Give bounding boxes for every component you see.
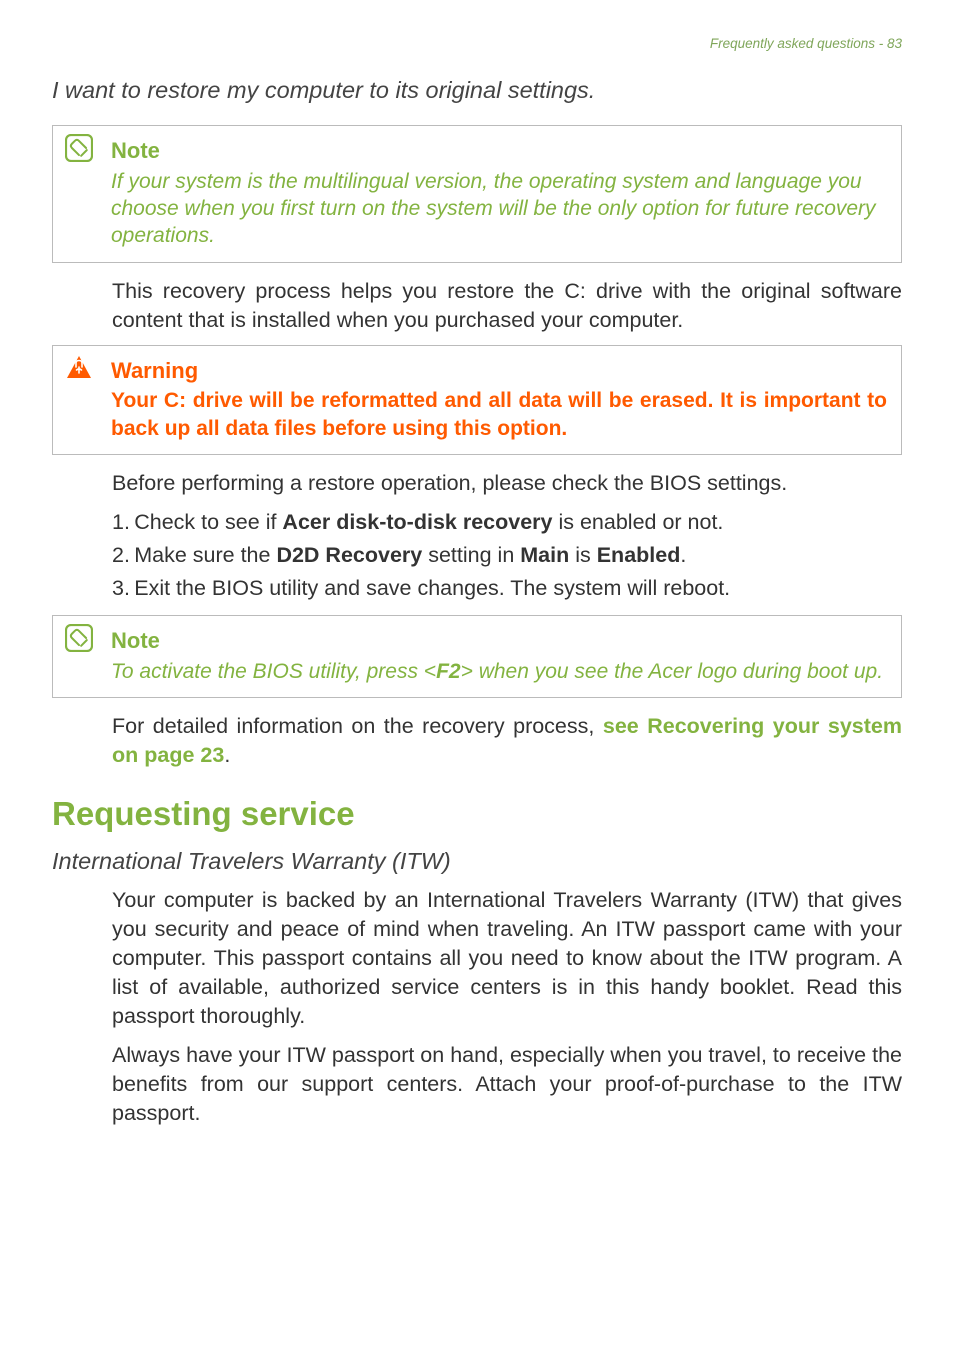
warning-icon [65, 354, 93, 382]
list-text: . [680, 543, 686, 567]
numbered-list: 1. Check to see if Acer disk-to-disk rec… [112, 508, 902, 603]
question-heading-restore: I want to restore my computer to its ori… [52, 75, 902, 107]
warning-callout-reformat: Warning Your C: drive will be reformatte… [52, 345, 902, 455]
body-text-detail: For detailed information on the recovery… [112, 712, 902, 770]
body-span: For detailed information on the recovery… [112, 714, 603, 738]
sub-heading-itw: International Travelers Warranty (ITW) [52, 846, 902, 878]
warning-title: Warning [111, 356, 887, 386]
list-text: is [569, 543, 596, 567]
note-icon [65, 624, 93, 652]
body-span: . [224, 743, 230, 767]
note-icon [65, 134, 93, 162]
list-item: 3. Exit the BIOS utility and save change… [112, 574, 902, 603]
note-title: Note [111, 136, 887, 166]
note-text-span: > when you see the Acer logo during boot… [461, 660, 883, 683]
list-text: is enabled or not. [552, 510, 723, 534]
body-text-itw1: Your computer is backed by an Internatio… [112, 886, 902, 1031]
body-text-recovery: This recovery process helps you restore … [112, 277, 902, 335]
list-text-bold: Main [520, 543, 569, 567]
list-text-bold: Enabled [597, 543, 681, 567]
body-text-itw2: Always have your ITW passport on hand, e… [112, 1041, 902, 1128]
list-text: 3. Exit the BIOS utility and save change… [112, 576, 730, 600]
note-text: If your system is the multilingual versi… [111, 168, 887, 250]
note-key: F2 [436, 660, 461, 683]
list-text-bold: Acer disk-to-disk recovery [282, 510, 552, 534]
list-text-bold: D2D Recovery [276, 543, 422, 567]
note-text: To activate the BIOS utility, press <F2>… [111, 658, 887, 685]
list-text: 2. Make sure the [112, 543, 276, 567]
note-callout-multilingual: Note If your system is the multilingual … [52, 125, 902, 263]
note-callout-bios: Note To activate the BIOS utility, press… [52, 615, 902, 698]
list-text: setting in [422, 543, 520, 567]
list-text: 1. Check to see if [112, 510, 282, 534]
note-text-span: To activate the BIOS utility, press < [111, 660, 436, 683]
page-header-running: Frequently asked questions - 83 [52, 35, 902, 53]
body-text-bios: Before performing a restore operation, p… [112, 469, 902, 498]
list-item: 2. Make sure the D2D Recovery setting in… [112, 541, 902, 570]
list-item: 1. Check to see if Acer disk-to-disk rec… [112, 508, 902, 537]
section-heading-requesting-service: Requesting service [52, 792, 902, 837]
warning-text: Your C: drive will be reformatted and al… [111, 387, 887, 442]
note-title: Note [111, 626, 887, 656]
